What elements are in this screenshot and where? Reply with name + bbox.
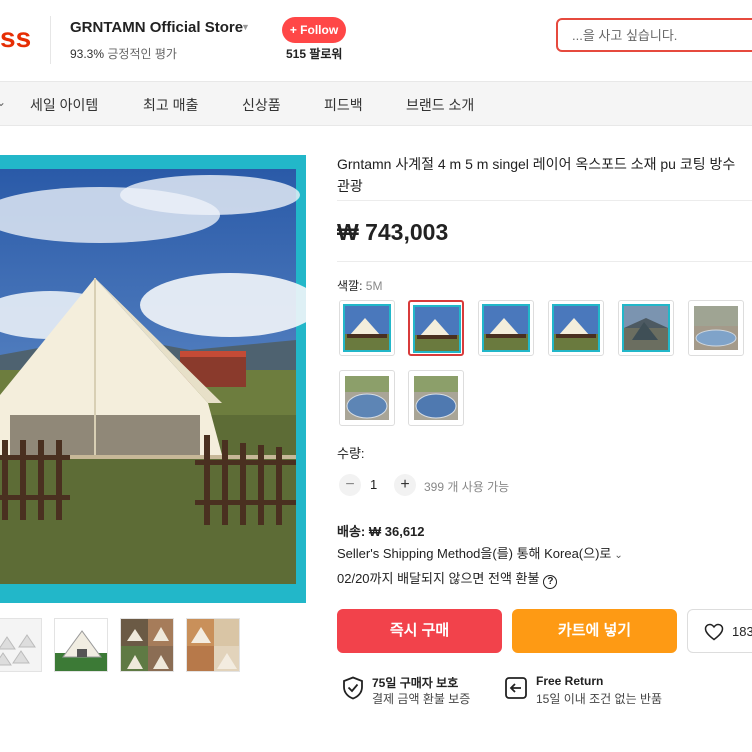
quantity-value[interactable]: 1 — [370, 477, 377, 492]
header-divider — [50, 16, 51, 64]
free-return-title: Free Return — [536, 674, 604, 688]
color-label-text: 색깔: — [337, 279, 363, 293]
search-input[interactable] — [558, 20, 752, 50]
color-selected-value: 5M — [365, 279, 383, 293]
heart-icon — [704, 623, 724, 641]
buyer-protection-subtitle: 결제 금액 환불 보증 — [372, 692, 471, 706]
nav-item-brand[interactable]: 브랜드 소개 — [406, 95, 474, 115]
free-return-subtitle: 15일 이내 조건 없는 반품 — [536, 692, 663, 706]
shipping-method[interactable]: Seller's Shipping Method을(를) 통해 Korea(으)… — [337, 543, 623, 562]
follow-button[interactable]: + Follow — [282, 17, 346, 43]
follower-count: 515 팔로워 — [286, 47, 343, 61]
thumbnail-3[interactable] — [120, 618, 174, 672]
nav-item-new[interactable]: 신상품 — [242, 95, 281, 115]
product-title: Grntamn 사계절 4 m 5 m singel 레이어 옥스포드 소재 p… — [337, 156, 736, 172]
buyer-protection-title: 75일 구매자 보호 — [372, 676, 459, 690]
buy-now-button[interactable]: 즉시 구매 — [337, 609, 502, 653]
help-icon[interactable]: ? — [543, 575, 558, 589]
product-title-continued: 관광 — [337, 178, 363, 194]
main-product-image[interactable] — [0, 155, 306, 603]
shipping-guarantee-text: 02/20까지 배달되지 않으면 전액 환불 — [337, 571, 540, 586]
shield-check-icon — [342, 676, 364, 705]
chevron-down-icon[interactable]: ▼ — [241, 22, 250, 32]
nav-item-top-selling[interactable]: 최고 매출 — [143, 95, 198, 115]
store-header: ss GRNTAMN Official Store ▼ 93.3% 긍정적인 평… — [0, 0, 752, 82]
wishlist-button[interactable]: 183 — [687, 609, 752, 653]
search-box[interactable] — [556, 18, 752, 52]
product-price: ₩ 743,003 — [337, 219, 449, 245]
color-swatch-7[interactable] — [339, 370, 395, 426]
color-swatch-5[interactable] — [618, 300, 674, 356]
color-swatch-8[interactable] — [408, 370, 464, 426]
store-rating: 93.3% 긍정적인 평가 — [70, 45, 177, 62]
quantity-plus-button[interactable]: + — [394, 474, 416, 496]
rating-label: 긍정적인 평가 — [107, 47, 177, 61]
divider — [337, 200, 752, 201]
wishlist-count: 183 — [732, 624, 752, 639]
chevron-down-icon[interactable]: ⌄ — [614, 550, 622, 561]
color-swatch-4[interactable] — [548, 300, 604, 356]
shipping-price: 배송: ₩ 36,612 — [337, 524, 425, 539]
thumbnail-2[interactable] — [54, 618, 108, 672]
nav-item-sale[interactable]: 세일 아이템 — [30, 95, 98, 115]
color-swatch-2[interactable] — [408, 300, 464, 356]
available-stock: 399 개 사용 가능 — [424, 480, 510, 494]
divider — [337, 261, 752, 262]
store-nav: ⌄ 세일 아이템 최고 매출 신상품 피드백 브랜드 소개 — [0, 82, 752, 126]
site-logo[interactable]: ss — [0, 22, 31, 54]
thumbnail-4[interactable] — [186, 618, 240, 672]
chevron-down-icon[interactable]: ⌄ — [0, 95, 6, 109]
return-icon — [504, 676, 528, 705]
thumbnail-1[interactable] — [0, 618, 42, 672]
color-swatch-6[interactable] — [688, 300, 744, 356]
shipping-guarantee: 02/20까지 배달되지 않으면 전액 환불? — [337, 568, 558, 589]
color-swatch-3[interactable] — [478, 300, 534, 356]
color-swatch-1[interactable] — [339, 300, 395, 356]
rating-value: 93.3% — [70, 47, 105, 61]
add-to-cart-button[interactable]: 카트에 넣기 — [512, 609, 677, 653]
shipping-method-text[interactable]: Seller's Shipping Method을(를) 통해 Korea(으)… — [337, 546, 611, 561]
nav-item-feedback[interactable]: 피드백 — [324, 95, 363, 115]
color-label: 색깔: 5M — [337, 277, 382, 294]
quantity-label: 수량: — [337, 446, 365, 461]
quantity-minus-button[interactable]: − — [339, 474, 361, 496]
store-name[interactable]: GRNTAMN Official Store — [70, 19, 243, 36]
